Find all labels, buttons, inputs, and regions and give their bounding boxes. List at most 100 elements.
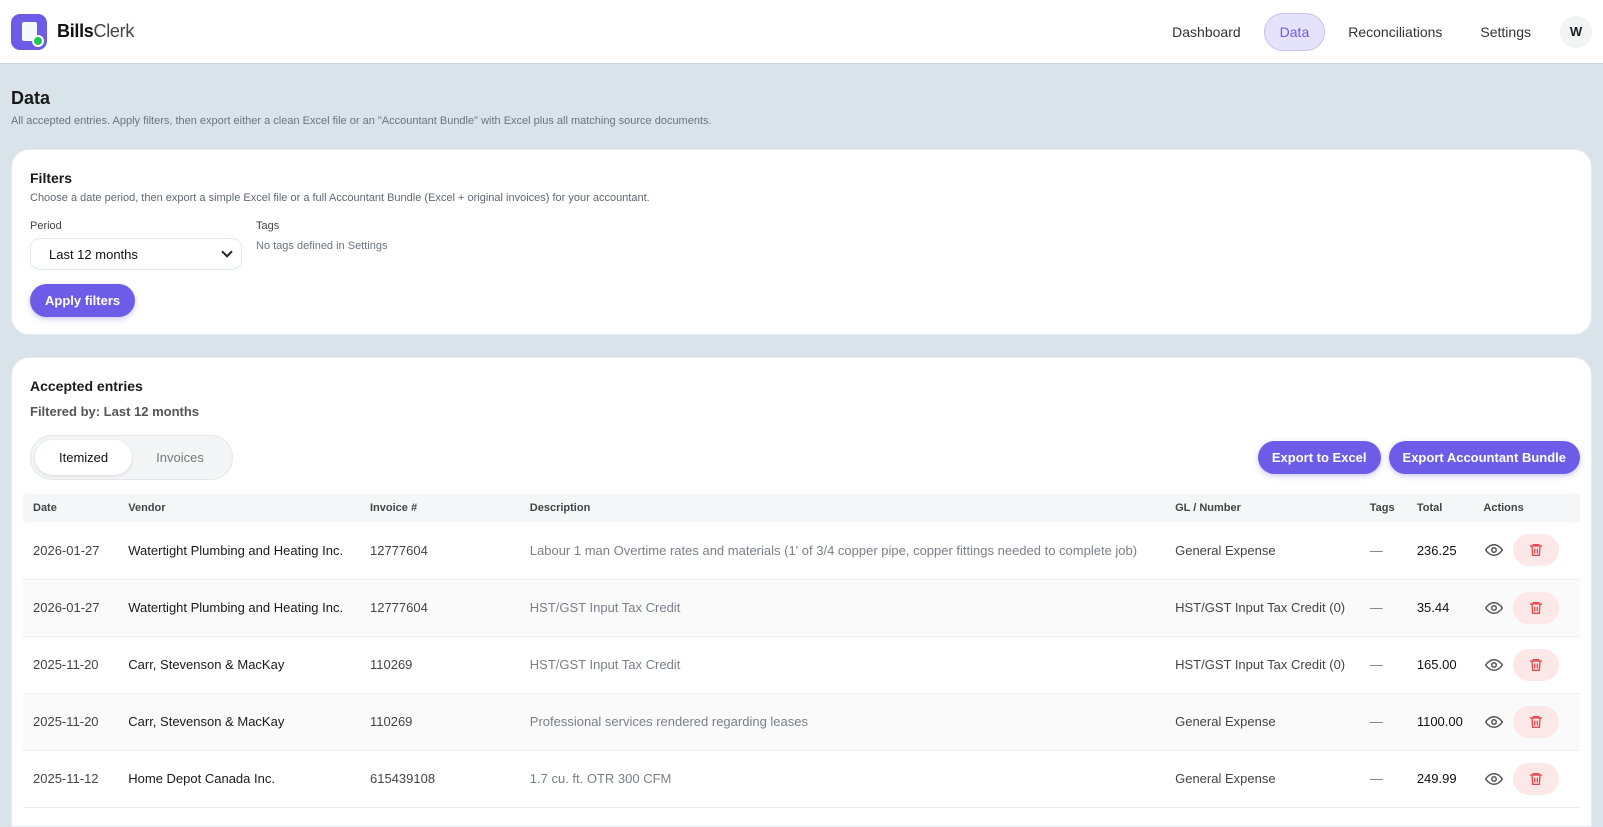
cell-total: 165.00 bbox=[1406, 636, 1474, 694]
cell-description: Professional services rendered regarding… bbox=[519, 693, 1166, 751]
cell-tags: — bbox=[1359, 693, 1407, 751]
trash-icon bbox=[1530, 658, 1543, 671]
chevron-down-icon bbox=[221, 246, 233, 258]
user-avatar[interactable]: W bbox=[1560, 15, 1592, 48]
export-excel-button[interactable]: Export to Excel bbox=[1257, 441, 1381, 474]
cell-date: 2026-01-27 bbox=[23, 579, 119, 637]
cell-date: 2026-01-27 bbox=[23, 522, 119, 580]
brand-name-bold: Bills bbox=[57, 21, 94, 41]
view-eye-icon[interactable] bbox=[1483, 597, 1505, 619]
cell-vendor: Watertight Plumbing and Heating Inc. bbox=[118, 522, 360, 580]
col-tags: Tags bbox=[1369, 502, 1395, 514]
brand-name-light: Clerk bbox=[93, 21, 135, 41]
nav-reconciliations[interactable]: Reconciliations bbox=[1333, 14, 1457, 50]
cell-vendor: Carr, Stevenson & MacKay bbox=[118, 636, 360, 694]
cell-description: HST/GST Input Tax Credit bbox=[519, 579, 1166, 637]
entries-toolbar: Itemized Invoices Export to Excel Export… bbox=[23, 435, 1580, 480]
table-row: 2026-01-27 Watertight Plumbing and Heati… bbox=[23, 579, 1580, 637]
cell-total: 35.44 bbox=[1406, 579, 1474, 637]
cell-invoice: 110269 bbox=[359, 636, 520, 694]
tags-empty-message: No tags defined in Settings bbox=[256, 240, 388, 252]
col-vendor: Vendor bbox=[128, 502, 166, 514]
export-bundle-button[interactable]: Export Accountant Bundle bbox=[1388, 441, 1580, 474]
col-description: Description bbox=[529, 502, 591, 514]
nav-dashboard[interactable]: Dashboard bbox=[1157, 14, 1256, 50]
col-total: Total bbox=[1416, 502, 1443, 514]
cell-actions bbox=[1473, 579, 1580, 637]
col-invoice: Invoice # bbox=[369, 502, 418, 514]
filters-card: Filters Choose a date period, then expor… bbox=[11, 149, 1592, 335]
cell-actions bbox=[1473, 522, 1580, 580]
period-label: Period bbox=[30, 220, 62, 232]
cell-invoice: 12777604 bbox=[359, 522, 520, 580]
trash-icon bbox=[1530, 544, 1543, 557]
cell-total: 236.25 bbox=[1406, 522, 1474, 580]
cell-actions bbox=[1473, 636, 1580, 694]
delete-button[interactable] bbox=[1513, 705, 1560, 738]
export-buttons: Export to Excel Export Accountant Bundle bbox=[1257, 441, 1580, 474]
cell-gl-number: HST/GST Input Tax Credit (0) bbox=[1165, 579, 1360, 637]
brand[interactable]: BillsClerk bbox=[11, 13, 134, 50]
view-eye-icon[interactable] bbox=[1483, 768, 1505, 790]
entries-title: Accepted entries bbox=[30, 378, 143, 394]
entries-table: Date Vendor Invoice # Description GL / N… bbox=[23, 494, 1580, 808]
cell-tags: — bbox=[1359, 750, 1407, 808]
cell-tags: — bbox=[1359, 579, 1407, 637]
cell-vendor: Watertight Plumbing and Heating Inc. bbox=[118, 579, 360, 637]
cell-invoice: 12777604 bbox=[359, 579, 520, 637]
apply-filters-button[interactable]: Apply filters bbox=[30, 284, 136, 317]
table-header-row: Date Vendor Invoice # Description GL / N… bbox=[23, 494, 1580, 522]
filtered-by-label: Filtered by: Last 12 months bbox=[30, 404, 200, 419]
period-select[interactable]: Last 12 months bbox=[30, 238, 242, 270]
filters-subtitle: Choose a date period, then export a simp… bbox=[30, 192, 650, 204]
tags-field: Tags No tags defined in Settings bbox=[256, 220, 387, 270]
view-toggle: Itemized Invoices bbox=[30, 435, 233, 480]
delete-button[interactable] bbox=[1513, 591, 1560, 624]
cell-date: 2025-11-12 bbox=[23, 750, 119, 808]
page-title: Data bbox=[11, 88, 51, 108]
trash-icon bbox=[1530, 772, 1543, 785]
col-date: Date bbox=[33, 502, 57, 514]
app-logo-icon bbox=[11, 13, 47, 50]
entries-card: Accepted entries Filtered by: Last 12 mo… bbox=[11, 357, 1592, 827]
tags-label: Tags bbox=[256, 220, 280, 232]
trash-icon bbox=[1530, 601, 1543, 614]
cell-actions bbox=[1473, 693, 1580, 751]
brand-name: BillsClerk bbox=[57, 21, 134, 42]
cell-actions bbox=[1473, 750, 1580, 808]
cell-gl-number: General Expense bbox=[1165, 693, 1360, 751]
trash-icon bbox=[1530, 715, 1543, 728]
cell-vendor: Home Depot Canada Inc. bbox=[118, 750, 360, 808]
cell-description: HST/GST Input Tax Credit bbox=[519, 636, 1166, 694]
page-subtitle: All accepted entries. Apply filters, the… bbox=[11, 115, 712, 127]
table-row: 2026-01-27 Watertight Plumbing and Heati… bbox=[23, 522, 1580, 580]
cell-gl-number: HST/GST Input Tax Credit (0) bbox=[1165, 636, 1360, 694]
tab-itemized[interactable]: Itemized bbox=[35, 440, 133, 475]
cell-description: Labour 1 man Overtime rates and material… bbox=[519, 522, 1166, 580]
view-eye-icon[interactable] bbox=[1483, 539, 1505, 561]
cell-invoice: 615439108 bbox=[359, 750, 520, 808]
cell-total: 249.99 bbox=[1406, 750, 1474, 808]
delete-button[interactable] bbox=[1513, 648, 1560, 681]
col-actions: Actions bbox=[1483, 502, 1524, 514]
delete-button[interactable] bbox=[1513, 762, 1560, 795]
tab-invoices[interactable]: Invoices bbox=[132, 440, 228, 475]
cell-total: 1100.00 bbox=[1406, 693, 1474, 751]
period-select-value: Last 12 months bbox=[49, 246, 138, 262]
nav-settings[interactable]: Settings bbox=[1465, 14, 1546, 50]
cell-gl-number: General Expense bbox=[1165, 522, 1360, 580]
view-eye-icon[interactable] bbox=[1483, 654, 1505, 676]
cell-vendor: Carr, Stevenson & MacKay bbox=[118, 693, 360, 751]
view-eye-icon[interactable] bbox=[1483, 711, 1505, 733]
cell-description: 1.7 cu. ft. OTR 300 CFM bbox=[519, 750, 1166, 808]
filters-title: Filters bbox=[30, 170, 73, 186]
cell-date: 2025-11-20 bbox=[23, 636, 119, 694]
top-bar: BillsClerk Dashboard Data Reconciliation… bbox=[0, 0, 1603, 64]
table-row: 2025-11-20 Carr, Stevenson & MacKay 1102… bbox=[23, 693, 1580, 751]
cell-date: 2025-11-20 bbox=[23, 693, 119, 751]
col-gl-number: GL / Number bbox=[1175, 502, 1241, 514]
delete-button[interactable] bbox=[1513, 534, 1560, 567]
cell-tags: — bbox=[1359, 636, 1407, 694]
cell-gl-number: General Expense bbox=[1165, 750, 1360, 808]
nav-data[interactable]: Data bbox=[1263, 12, 1326, 51]
